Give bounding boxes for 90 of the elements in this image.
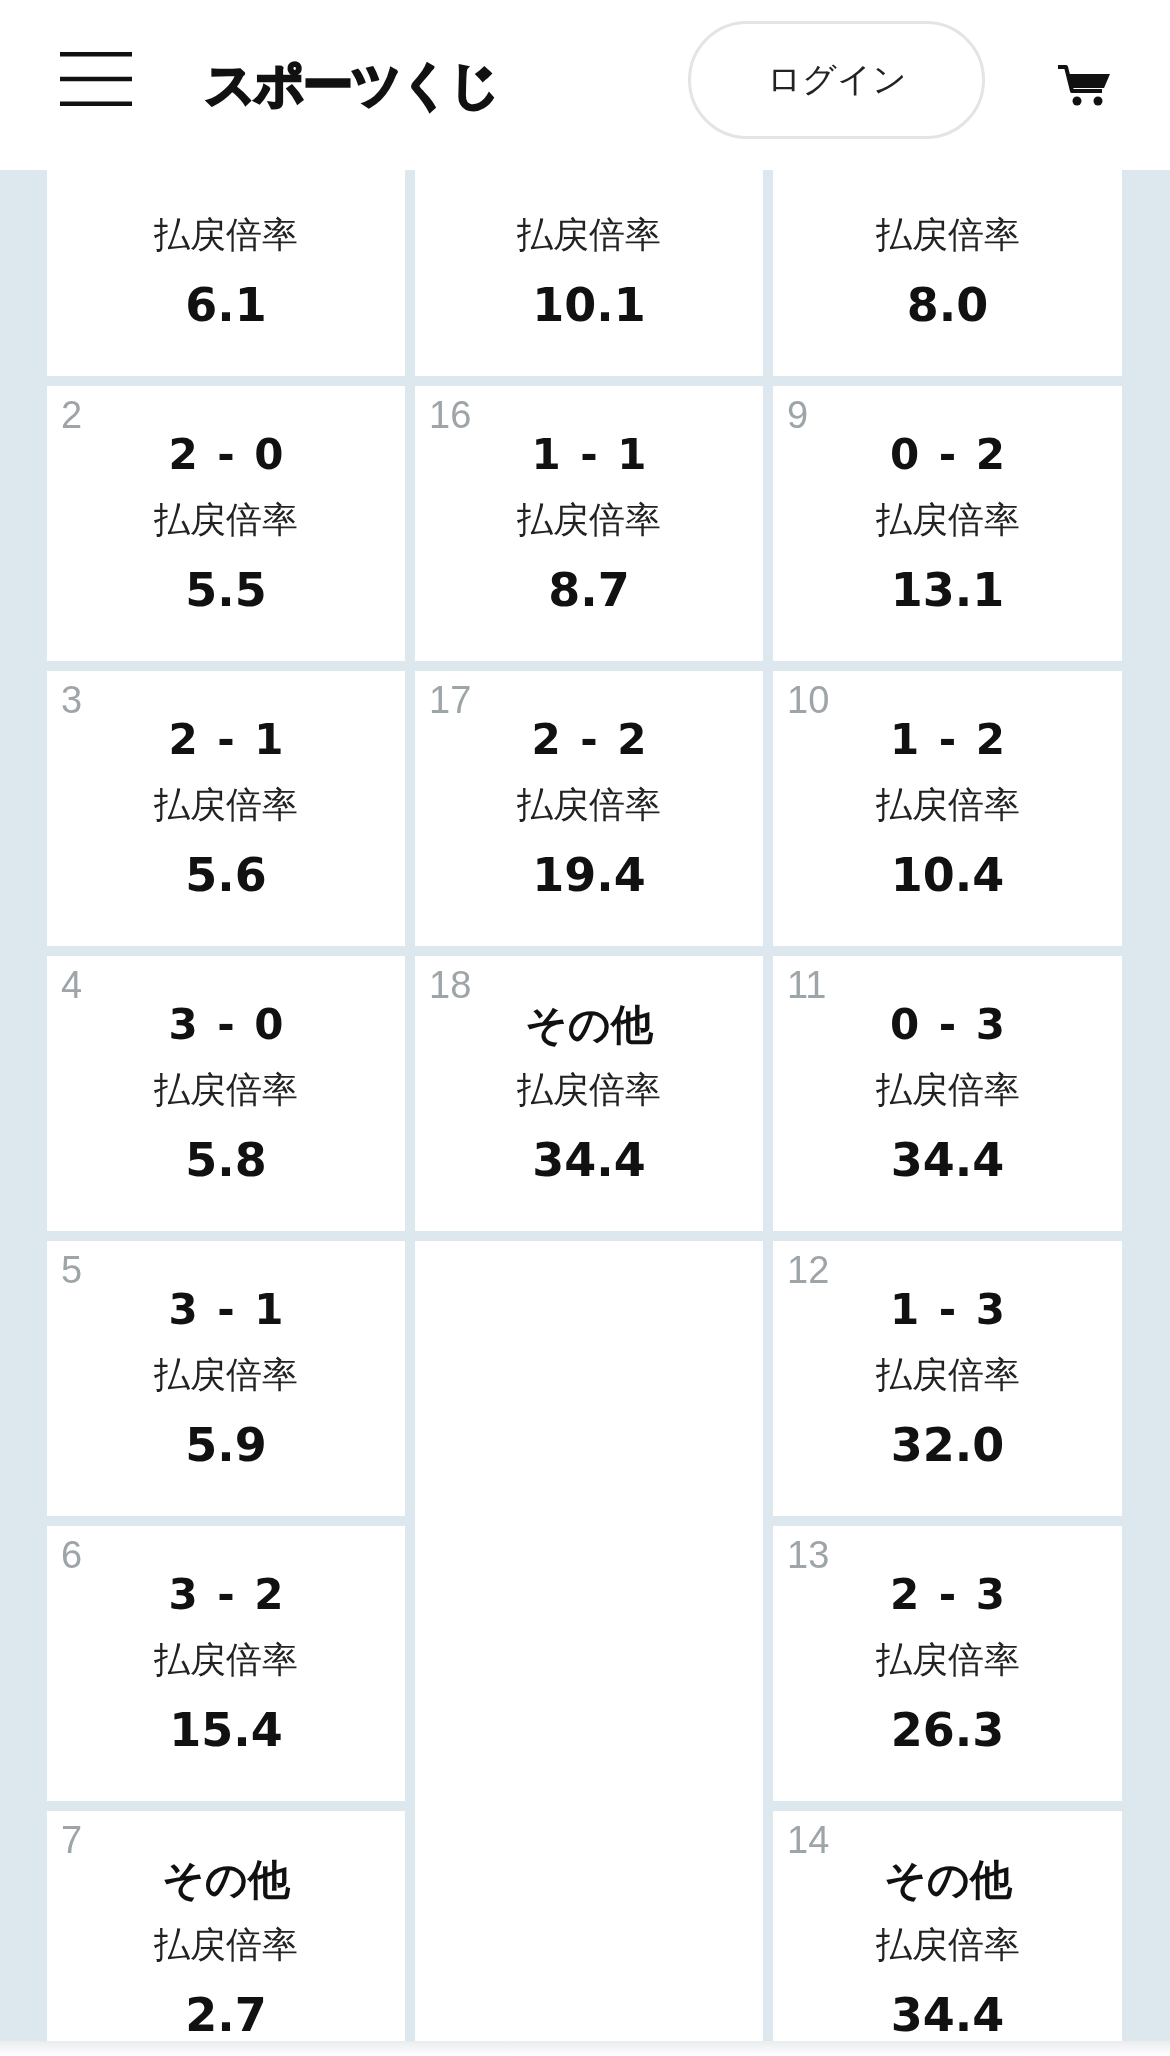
payout-odds: 5.9 bbox=[185, 1421, 267, 1469]
score-label: 2 - 3 bbox=[889, 1574, 1006, 1616]
payout-ratio-label: 払戻倍率 bbox=[875, 1927, 1020, 1963]
score-label: その他 bbox=[883, 1859, 1012, 1901]
payout-odds: 2.7 bbox=[185, 1991, 267, 2039]
selection-number: 6 bbox=[61, 1536, 83, 1574]
odds-cell[interactable]: 払戻倍率 8.0 bbox=[773, 170, 1122, 376]
odds-cell[interactable]: 18 その他 払戻倍率 34.4 bbox=[415, 956, 763, 1231]
odds-cell[interactable]: 2 2 - 0 払戻倍率 5.5 bbox=[47, 386, 405, 661]
odds-cell[interactable]: 13 2 - 3 払戻倍率 26.3 bbox=[773, 1526, 1122, 1801]
score-label: 2 - 1 bbox=[168, 719, 284, 761]
selection-number: 18 bbox=[429, 966, 472, 1004]
selection-number: 3 bbox=[61, 681, 83, 719]
payout-ratio-label: 払戻倍率 bbox=[154, 1927, 298, 1963]
selection-number: 11 bbox=[787, 966, 827, 1004]
score-label: 3 - 1 bbox=[168, 1289, 284, 1331]
payout-ratio-label: 払戻倍率 bbox=[154, 1642, 298, 1678]
selection-number: 12 bbox=[787, 1251, 830, 1289]
score-label: 1 - 2 bbox=[889, 719, 1006, 761]
score-label: 1 - 3 bbox=[889, 1289, 1006, 1331]
payout-odds: 8.0 bbox=[906, 281, 989, 329]
payout-odds: 5.5 bbox=[185, 566, 267, 614]
payout-odds: 32.0 bbox=[890, 1421, 1005, 1469]
odds-cell[interactable]: 11 0 - 3 払戻倍率 34.4 bbox=[773, 956, 1122, 1231]
payout-ratio-label: 払戻倍率 bbox=[517, 787, 661, 823]
cart-button[interactable] bbox=[1058, 64, 1110, 106]
payout-ratio-label: 払戻倍率 bbox=[875, 1072, 1020, 1108]
score-label: 2 - 0 bbox=[168, 434, 284, 476]
odds-cell[interactable]: 5 3 - 1 払戻倍率 5.9 bbox=[47, 1241, 405, 1516]
score-label: 1 - 1 bbox=[531, 434, 647, 476]
payout-ratio-label: 払戻倍率 bbox=[875, 502, 1020, 538]
odds-cell[interactable]: 14 その他 払戻倍率 34.4 bbox=[773, 1811, 1122, 2041]
payout-odds: 26.3 bbox=[890, 1706, 1005, 1754]
odds-cell[interactable]: 4 3 - 0 払戻倍率 5.8 bbox=[47, 956, 405, 1231]
score-label: その他 bbox=[162, 1859, 290, 1901]
menu-icon bbox=[60, 52, 132, 106]
payout-ratio-label: 払戻倍率 bbox=[875, 1357, 1020, 1393]
payout-ratio-label: 払戻倍率 bbox=[875, 217, 1020, 253]
login-button[interactable]: ログイン bbox=[688, 21, 985, 139]
payout-odds: 10.4 bbox=[890, 851, 1005, 899]
menu-button[interactable] bbox=[60, 52, 132, 106]
payout-odds: 13.1 bbox=[890, 566, 1005, 614]
odds-cell[interactable]: 16 1 - 1 払戻倍率 8.7 bbox=[415, 386, 763, 661]
payout-ratio-label: 払戻倍率 bbox=[154, 502, 298, 538]
payout-ratio-label: 払戻倍率 bbox=[154, 1072, 298, 1108]
selection-number: 13 bbox=[787, 1536, 830, 1574]
payout-odds: 8.7 bbox=[548, 566, 630, 614]
selection-number: 7 bbox=[61, 1821, 83, 1859]
payout-ratio-label: 払戻倍率 bbox=[875, 787, 1020, 823]
payout-odds: 15.4 bbox=[169, 1706, 283, 1754]
payout-ratio-label: 払戻倍率 bbox=[154, 1357, 298, 1393]
score-label: 2 - 2 bbox=[531, 719, 647, 761]
selection-number: 16 bbox=[429, 396, 472, 434]
selection-number: 9 bbox=[787, 396, 809, 434]
selection-number: 14 bbox=[787, 1821, 830, 1859]
score-label: その他 bbox=[525, 1004, 653, 1046]
payout-odds: 19.4 bbox=[532, 851, 646, 899]
selection-number: 4 bbox=[61, 966, 83, 1004]
payout-odds: 5.6 bbox=[185, 851, 267, 899]
score-label: 3 - 2 bbox=[168, 1574, 284, 1616]
odds-cell[interactable]: 払戻倍率 10.1 bbox=[415, 170, 763, 376]
payout-odds: 34.4 bbox=[890, 1136, 1005, 1184]
odds-cell[interactable]: 9 0 - 2 払戻倍率 13.1 bbox=[773, 386, 1122, 661]
selection-number: 17 bbox=[429, 681, 472, 719]
score-label: 0 - 3 bbox=[889, 1004, 1006, 1046]
payout-ratio-label: 払戻倍率 bbox=[517, 502, 661, 538]
selection-number: 10 bbox=[787, 681, 830, 719]
payout-ratio-label: 払戻倍率 bbox=[517, 1072, 661, 1108]
odds-cell[interactable]: 3 2 - 1 払戻倍率 5.6 bbox=[47, 671, 405, 946]
score-label: 3 - 0 bbox=[168, 1004, 284, 1046]
odds-cell[interactable]: 12 1 - 3 払戻倍率 32.0 bbox=[773, 1241, 1122, 1516]
cart-icon bbox=[1058, 64, 1110, 106]
odds-cell[interactable]: 払戻倍率 6.1 bbox=[47, 170, 405, 376]
payout-ratio-label: 払戻倍率 bbox=[154, 787, 298, 823]
payout-odds: 34.4 bbox=[532, 1136, 646, 1184]
payout-odds: 5.8 bbox=[185, 1136, 267, 1184]
payout-odds: 34.4 bbox=[890, 1991, 1005, 2039]
odds-cell[interactable]: 7 その他 払戻倍率 2.7 bbox=[47, 1811, 405, 2041]
payout-odds: 10.1 bbox=[532, 281, 646, 329]
score-label: 0 - 2 bbox=[889, 434, 1006, 476]
payout-ratio-label: 払戻倍率 bbox=[875, 1642, 1020, 1678]
selection-number: 5 bbox=[61, 1251, 83, 1289]
payout-ratio-label: 払戻倍率 bbox=[517, 217, 661, 253]
odds-cell[interactable]: 6 3 - 2 払戻倍率 15.4 bbox=[47, 1526, 405, 1801]
odds-cell[interactable]: 17 2 - 2 払戻倍率 19.4 bbox=[415, 671, 763, 946]
selection-number: 2 bbox=[61, 396, 83, 434]
payout-odds: 6.1 bbox=[185, 281, 267, 329]
payout-ratio-label: 払戻倍率 bbox=[154, 217, 298, 253]
logo[interactable]: スポーツくじ bbox=[205, 60, 498, 110]
odds-cell[interactable]: 10 1 - 2 払戻倍率 10.4 bbox=[773, 671, 1122, 946]
